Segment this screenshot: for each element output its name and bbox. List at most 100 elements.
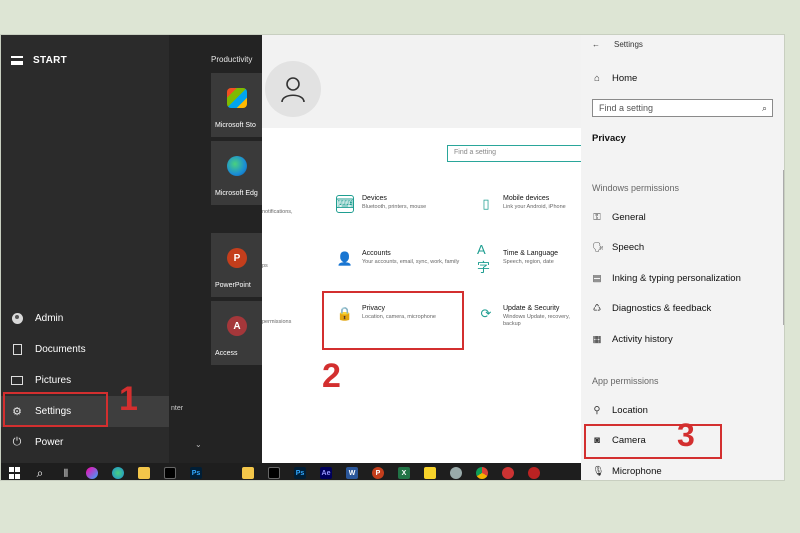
person-icon — [281, 77, 305, 103]
category-title: Mobile devices — [503, 195, 550, 202]
app-icon[interactable] — [214, 466, 230, 480]
powerpoint-icon[interactable]: P — [370, 466, 386, 480]
explorer-icon[interactable] — [240, 466, 256, 480]
powerpoint-icon: P — [227, 248, 247, 268]
inking-icon: ▤ — [592, 273, 602, 284]
nav-diagnostics[interactable]: ♺ Diagnostics & feedback — [592, 303, 712, 314]
explorer-icon[interactable] — [136, 466, 152, 480]
app-icon[interactable] — [526, 466, 542, 480]
microphone-icon: 🎙 — [592, 466, 605, 477]
copilot-icon[interactable] — [84, 466, 100, 480]
nav-label: Microphone — [612, 466, 662, 477]
step3-number: 3 — [677, 417, 695, 453]
tiles-group-label: Productivity — [211, 55, 253, 64]
app-icon[interactable] — [500, 466, 516, 480]
activity-icon: ▦ — [592, 334, 602, 345]
nav-label: Speech — [612, 242, 645, 253]
category-accounts[interactable]: 👤 Accounts Your accounts, email, sync, wo… — [336, 250, 466, 268]
nav-microphone[interactable]: 🎙 Microphone — [592, 466, 662, 477]
sticky-notes-icon[interactable] — [422, 466, 438, 480]
terminal-icon[interactable] — [162, 466, 178, 480]
rail-item-power[interactable]: ⏻ Power — [1, 427, 169, 458]
lock-icon: ⚿ — [593, 212, 601, 223]
settings-home-header — [262, 35, 582, 128]
excel-icon[interactable]: X — [396, 466, 412, 480]
windows-permissions-label: Windows permissions — [592, 183, 680, 193]
tile-microsoft-store[interactable]: Microsoft Sto — [211, 73, 263, 137]
category-update-security[interactable]: ⟳ Update & Security Windows Update, recov… — [477, 305, 587, 329]
step1-number: 1 — [119, 380, 138, 418]
category-title: Accounts — [362, 250, 391, 257]
update-icon: ⟳ — [480, 306, 492, 321]
rail-item-admin[interactable]: Admin — [1, 303, 169, 334]
phone-icon: ▯ — [482, 196, 490, 211]
edge-icon[interactable] — [110, 466, 126, 480]
task-view-icon[interactable]: ⫼ — [58, 466, 74, 480]
user-avatar[interactable] — [265, 61, 321, 117]
edge-icon — [227, 156, 247, 176]
search-input[interactable]: Find a setting — [447, 145, 587, 162]
search-placeholder: Find a setting — [599, 103, 654, 113]
step3-highlight-box — [584, 424, 722, 459]
store-icon — [227, 88, 247, 108]
start-header: START — [11, 55, 67, 66]
nav-activity-history[interactable]: ▦ Activity history — [592, 334, 673, 345]
tile-access[interactable]: A Access — [211, 301, 263, 365]
chrome-icon[interactable] — [474, 466, 490, 480]
category-desc: Your accounts, email, sync, work, family — [362, 259, 460, 265]
nav-general[interactable]: ⚿ General — [592, 212, 646, 223]
speech-icon: 🗣 — [592, 242, 605, 253]
tile-label: PowerPoint — [215, 282, 251, 289]
pictures-icon — [11, 375, 23, 387]
truncated-text: notifications, — [262, 209, 293, 215]
start-title: START — [33, 55, 68, 66]
rail-item-documents[interactable]: Documents — [1, 334, 169, 365]
app-icon[interactable] — [266, 466, 282, 480]
diagnostics-icon: ♺ — [592, 303, 602, 314]
nav-home-label: Home — [612, 73, 638, 84]
nav-label: Inking & typing personalization — [612, 273, 741, 284]
truncated-text: permissions — [262, 319, 292, 325]
nav-label: General — [612, 212, 646, 223]
nav-label: Diagnostics & feedback — [612, 303, 712, 314]
start-tiles-panel: Productivity Microsoft Sto Microsoft Edg… — [169, 35, 263, 463]
accounts-icon: 👤 — [336, 251, 354, 266]
app-permissions-label: App permissions — [592, 376, 659, 386]
nav-speech[interactable]: 🗣 Speech — [592, 242, 644, 253]
nav-inking-typing[interactable]: ▤ Inking & typing personalization — [592, 273, 741, 284]
tile-label: Microsoft Sto — [215, 122, 256, 129]
tile-label: Access — [215, 350, 238, 357]
access-icon: A — [227, 316, 247, 336]
start-menu-rail: START Admin Documents Pictures ⚙ Setting… — [1, 35, 169, 463]
nav-home[interactable]: ⌂ Home — [592, 73, 637, 84]
truncated-text: ps — [262, 263, 268, 269]
category-devices[interactable]: ⌨ Devices Bluetooth, printers, mouse — [336, 195, 466, 213]
step2-highlight-box — [322, 291, 464, 350]
search-input[interactable]: Find a setting ⌕ — [592, 99, 773, 117]
hamburger-menu-icon[interactable] — [11, 56, 23, 65]
location-icon: ⚲ — [593, 405, 601, 416]
scrollbar[interactable] — [783, 170, 784, 325]
search-icon[interactable]: ⌕ — [762, 103, 767, 114]
settings-titlebar: ← Settings — [592, 40, 643, 49]
rail-item-label: Power — [35, 437, 64, 448]
tile-microsoft-edge[interactable]: Microsoft Edg — [211, 141, 263, 205]
settings-title: Settings — [614, 40, 643, 49]
rail-item-label: Documents — [35, 344, 86, 355]
back-arrow-icon[interactable]: ← — [592, 40, 600, 49]
photoshop-icon[interactable]: Ps — [188, 466, 204, 480]
after-effects-icon[interactable]: Ae — [318, 466, 334, 480]
windows-icon[interactable] — [6, 466, 22, 480]
word-icon[interactable]: W — [344, 466, 360, 480]
nav-location[interactable]: ⚲ Location — [592, 405, 648, 416]
category-title: Update & Security — [503, 305, 560, 312]
app-icon[interactable] — [448, 466, 464, 480]
search-icon[interactable]: ⌕ — [32, 466, 48, 480]
chevron-down-icon[interactable]: ⌄ — [195, 440, 202, 449]
category-title: Time & Language — [503, 250, 558, 257]
tile-powerpoint[interactable]: P PowerPoint — [211, 233, 263, 297]
rail-item-label: Admin — [35, 313, 64, 324]
screenshot-frame: START Admin Documents Pictures ⚙ Setting… — [0, 34, 785, 481]
photoshop-icon[interactable]: Ps — [292, 466, 308, 480]
category-title: Devices — [362, 195, 387, 202]
